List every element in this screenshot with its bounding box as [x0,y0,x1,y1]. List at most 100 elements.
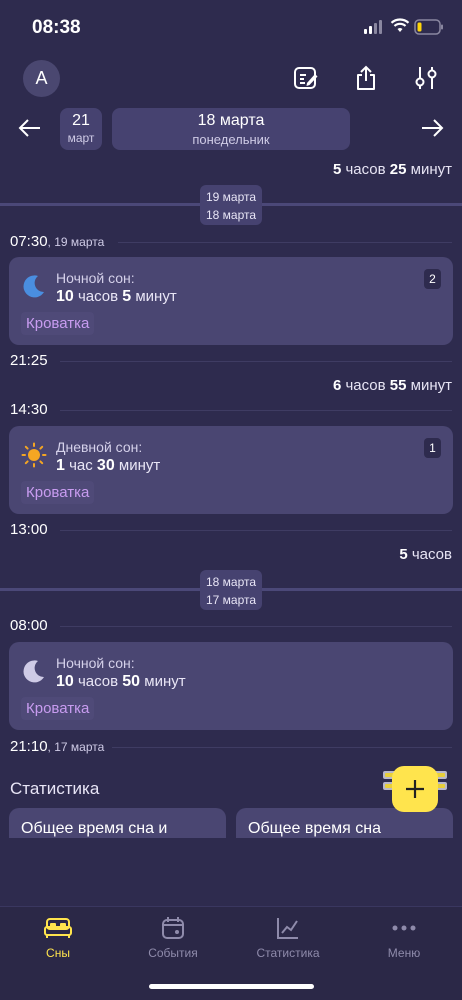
tab-statistics[interactable]: Статистика [238,914,338,960]
time-value: 21:10 [10,738,48,755]
duration-unit: часов [77,288,119,305]
gap-unit: минут [410,377,452,394]
duration-num: 30 [96,457,115,474]
stat-card-title: Общее время сна и [21,820,168,837]
duration-unit: минут [144,673,186,690]
location-tag: Кроватка [21,312,95,335]
count-badge: 1 [424,438,441,458]
gap-unit: часов [411,546,452,563]
next-day-button[interactable] [416,112,448,144]
sleep-duration: 1 час 30 минут [56,457,160,475]
duration-unit: минут [118,457,161,474]
wake-time: 07:30, 19 марта [10,233,104,250]
time-date: , 19 марта [47,235,105,249]
time-line [60,530,452,531]
tab-sleeps[interactable]: Сны [8,914,108,960]
stat-card-title: Общее время сна [248,820,381,837]
time-line [60,626,452,627]
separator-date: 18 марта [205,208,257,222]
prev-day-number: 21 [72,112,90,129]
duration-num: 5 [122,288,132,305]
chart-icon [277,918,298,939]
add-button[interactable] [392,766,438,812]
day-separator: 18 марта 17 марта [200,570,262,610]
sleep-duration: 10 часов 50 минут [56,673,186,691]
sleep-start-time: 21:10, 17 марта [10,738,104,755]
wifi-icon [390,18,410,32]
avatar-letter: A [35,68,48,88]
gap-unit: часов [345,161,386,178]
duration-num: 10 [56,288,74,305]
arrow-left-icon [18,119,40,137]
tab-label: Сны [46,946,70,960]
current-weekday: понедельник [192,132,270,147]
gap-num: 5 [332,161,342,178]
sleep-card[interactable]: Дневной сон: 1 час 30 минут Кроватка 1 [9,426,453,514]
plus-icon [406,780,424,798]
sliders-icon [415,67,437,89]
duration-num: 10 [56,673,74,690]
duration-unit: минут [135,288,177,305]
sleep-card[interactable]: Ночной сон: 10 часов 5 минут Кроватка 2 [9,257,453,345]
tab-label: Меню [387,946,421,960]
time-date: , 17 марта [47,740,105,754]
gap-num: 5 [399,546,408,563]
battery-icon [414,19,443,35]
avatar[interactable]: A [23,60,60,97]
duration-num: 50 [122,673,141,690]
edit-button[interactable] [290,62,322,94]
duration-unit: часов [77,673,119,690]
sleep-start-time: 21:25 [10,352,48,369]
gap-num: 25 [389,161,407,178]
gap-num: 55 [389,377,407,394]
separator-date: 18 марта [205,575,257,589]
tab-label: События [148,946,198,960]
wake-time: 14:30 [10,401,48,418]
signal-icon [364,20,382,34]
sleep-start-time: 13:00 [10,521,48,538]
gap-unit: часов [345,377,386,394]
location-tag: Кроватка [21,697,95,720]
edit-note-icon [294,67,318,89]
stat-card[interactable]: Общее время сна [236,808,453,838]
awake-duration: 6 часов 55 минут [333,377,452,394]
awake-duration: 5 часов [399,546,452,563]
sleep-type: Дневной сон: [56,439,143,455]
time-line [60,361,452,362]
stats-title: Статистика [10,779,100,798]
filter-button[interactable] [410,62,442,94]
sleep-type: Ночной сон: [56,655,135,671]
awake-duration: 5 часов 25 минут [333,161,452,178]
calendar-icon [162,917,184,939]
time-line [118,242,452,243]
tab-menu[interactable]: Меню [354,914,454,960]
sleep-type: Ночной сон: [56,270,135,286]
sleep-duration: 10 часов 5 минут [56,288,177,306]
sun-icon [21,442,47,468]
status-time: 08:38 [32,17,81,38]
moon-icon [23,660,44,683]
time-line [60,410,452,411]
prev-day-chip[interactable]: 21 март [60,108,102,150]
more-icon [392,925,416,931]
stat-card[interactable]: Общее время сна и [9,808,226,838]
share-button[interactable] [350,62,382,94]
tab-events[interactable]: События [123,914,223,960]
separator-date: 19 марта [205,190,257,204]
tab-label: Статистика [256,946,320,960]
sleep-card[interactable]: Ночной сон: 10 часов 50 минут Кроватка [9,642,453,730]
gap-num: 6 [332,377,342,394]
current-date: 18 марта [197,112,265,129]
current-date-chip[interactable]: 18 марта понедельник [112,108,350,150]
wake-time: 08:00 [10,617,48,634]
prev-day-month: март [67,131,95,145]
gap-unit: минут [410,161,452,178]
location-tag: Кроватка [21,481,95,504]
count-badge: 2 [424,269,441,289]
time-line [112,747,452,748]
moon-icon [23,275,44,298]
time-value: 07:30 [10,233,48,250]
duration-num: 1 [56,457,65,474]
home-indicator [149,984,314,989]
prev-day-button[interactable] [14,112,46,144]
